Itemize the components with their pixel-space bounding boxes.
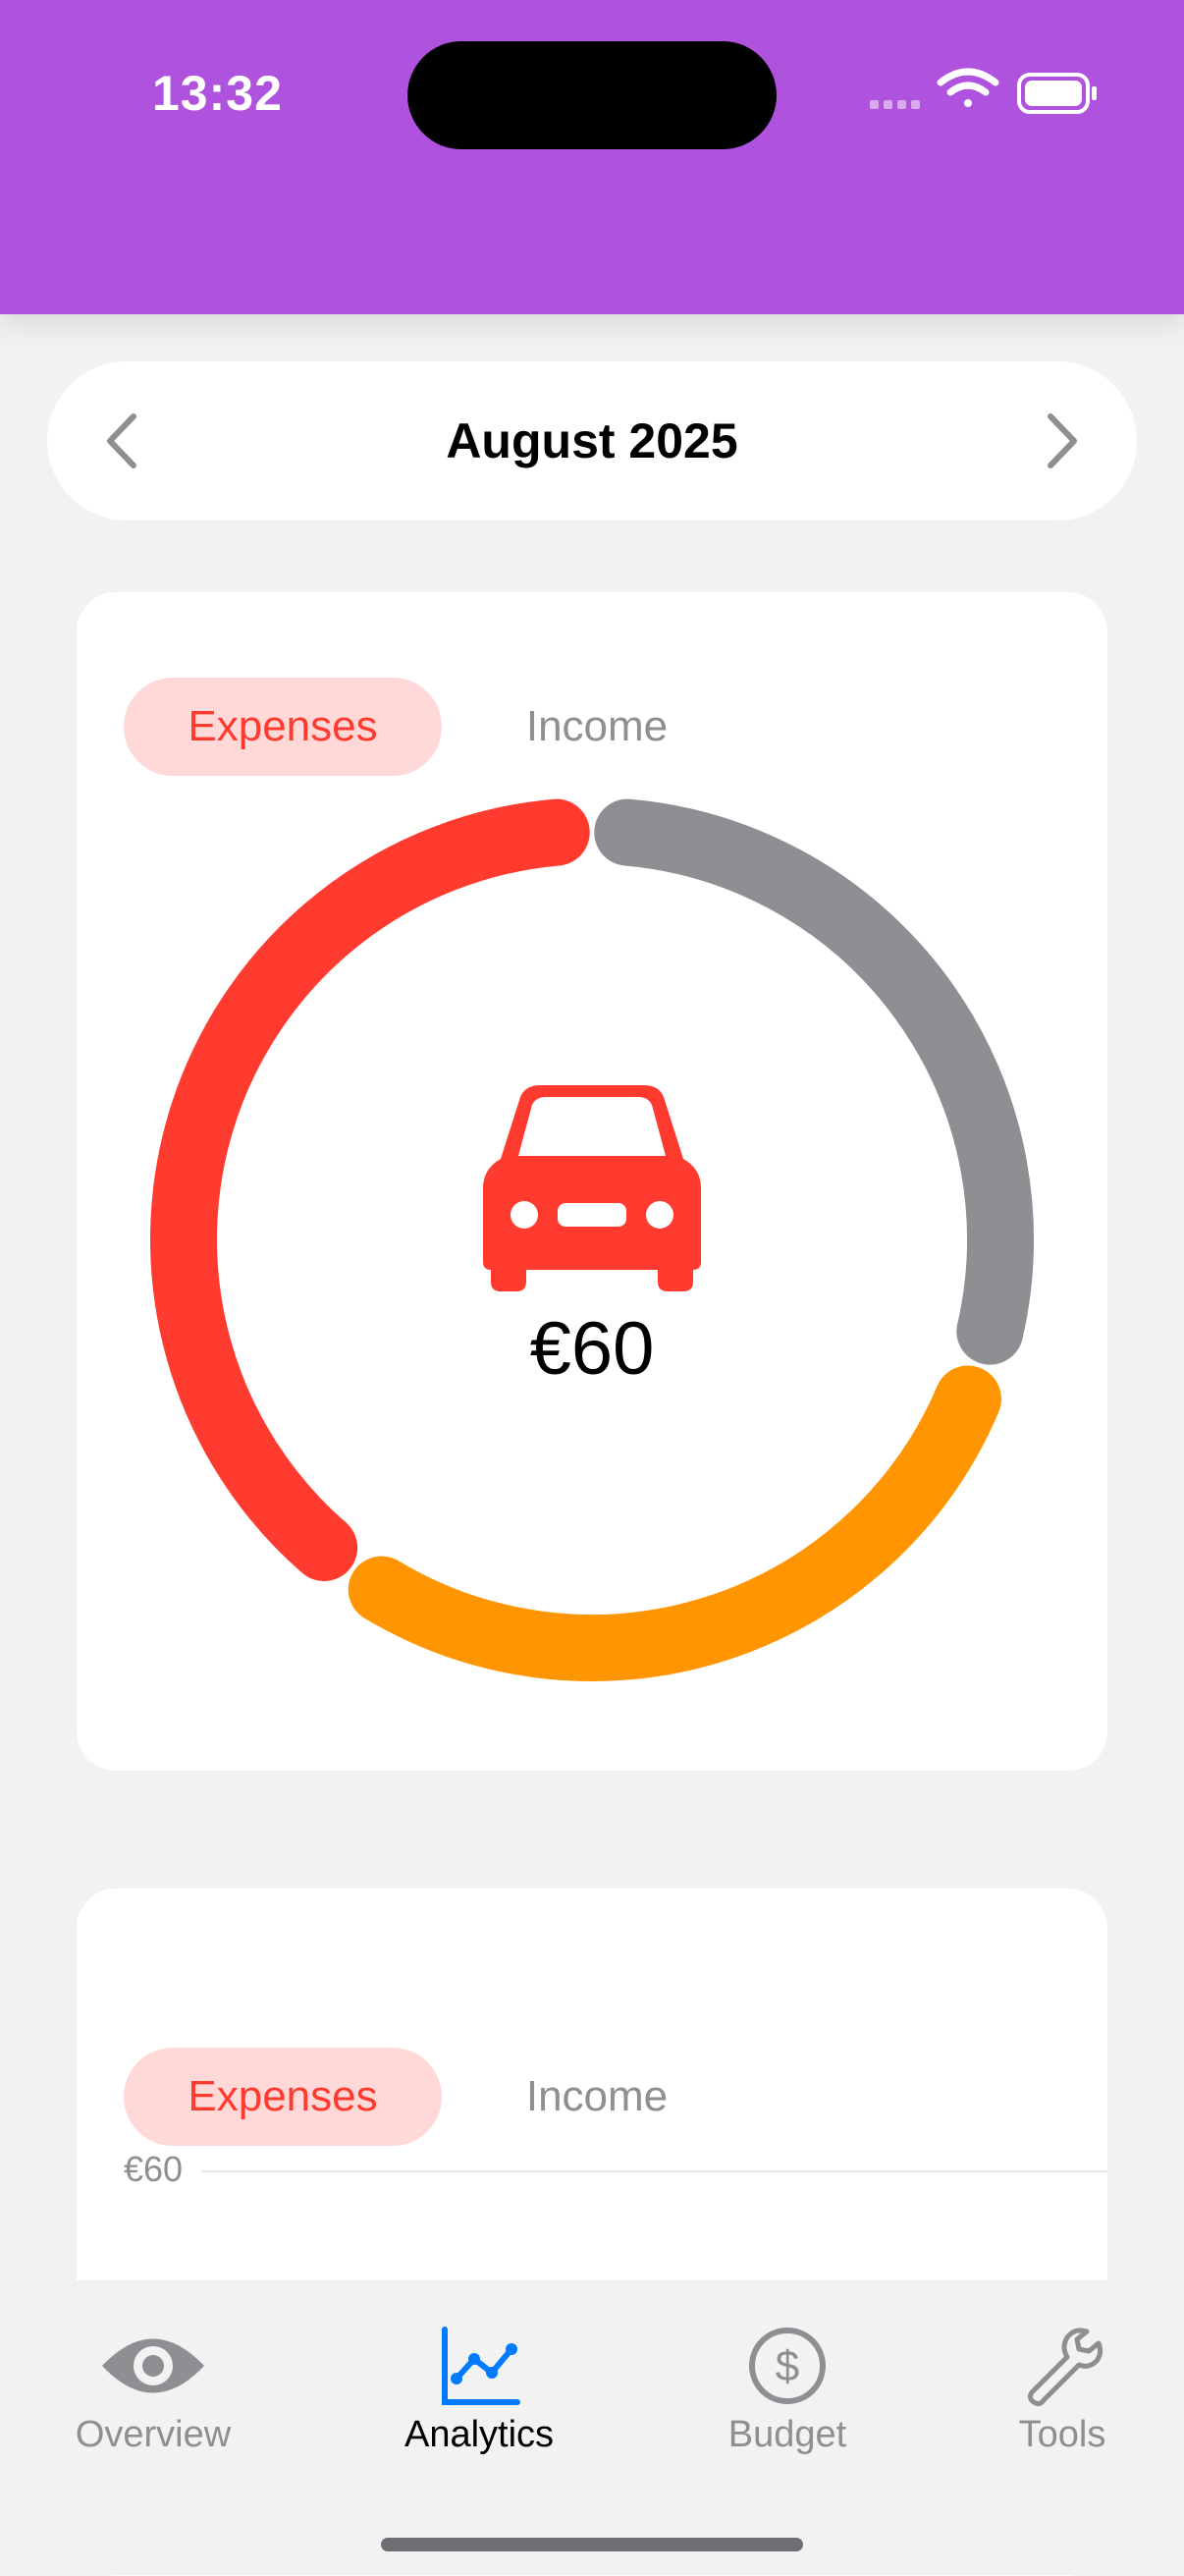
svg-text:$: $ bbox=[776, 2342, 799, 2390]
expenses-tab[interactable]: Expenses bbox=[124, 2048, 442, 2146]
tab-label: Overview bbox=[75, 2414, 232, 2455]
chart-line-icon bbox=[442, 2327, 520, 2405]
tab-analytics[interactable]: Analytics bbox=[381, 2280, 577, 2477]
category-amount: €60 bbox=[529, 1307, 655, 1391]
home-indicator bbox=[381, 2538, 803, 2551]
car-icon bbox=[483, 1085, 701, 1291]
tab-budget[interactable]: $ Budget bbox=[689, 2280, 886, 2477]
dollar-circle-icon: $ bbox=[749, 2328, 826, 2404]
tab-label: Analytics bbox=[404, 2414, 555, 2455]
wrench-icon bbox=[1027, 2328, 1103, 2407]
category-donut-chart bbox=[150, 798, 1034, 1681]
income-tab[interactable]: Income bbox=[499, 2048, 695, 2146]
tab-bar: Overview Analytics $ Budget Tools bbox=[0, 2280, 1184, 2575]
tab-overview[interactable]: Overview bbox=[57, 2280, 249, 2477]
donut-segment-1[interactable] bbox=[348, 1365, 1001, 1681]
grid-line bbox=[201, 2170, 1107, 2172]
y-axis-label: €60 bbox=[124, 2149, 184, 2189]
tab-label: Budget bbox=[727, 2414, 847, 2455]
tab-tools[interactable]: Tools bbox=[994, 2280, 1131, 2477]
tab-label: Tools bbox=[1018, 2414, 1106, 2455]
eye-icon bbox=[102, 2338, 204, 2393]
